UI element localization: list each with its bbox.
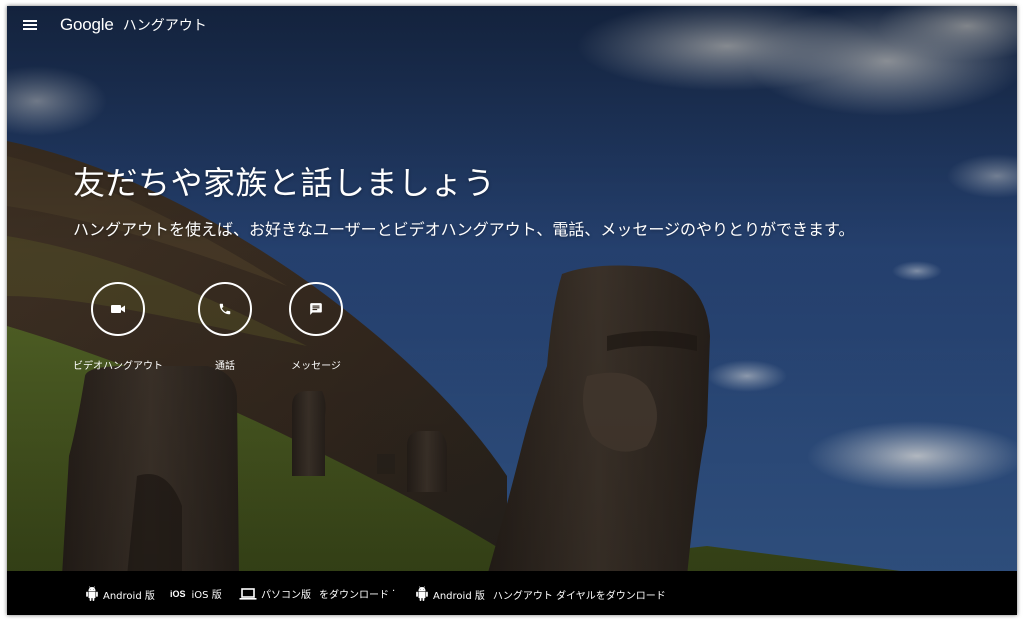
- hamburger-menu-icon[interactable]: [23, 18, 39, 32]
- video-call-button[interactable]: ビデオハングアウト: [58, 282, 178, 372]
- brand[interactable]: Google ハングアウト: [60, 15, 207, 35]
- hero: 友だちや家族と話しましょう ハングアウトを使えば、お好きなユーザーとビデオハング…: [73, 158, 854, 240]
- download-footer: Android 版 iOS iOS 版 パソコン版 をダウンロード · Andr…: [7, 571, 1017, 615]
- ios-icon: iOS: [170, 588, 186, 599]
- video-call-label: ビデオハングアウト: [73, 361, 163, 372]
- google-logo: Google: [60, 15, 114, 34]
- android-label: Android 版: [103, 590, 155, 602]
- hero-title: 友だちや家族と話しましょう: [73, 164, 496, 202]
- message-circle[interactable]: [289, 282, 343, 336]
- phone-icon: [219, 303, 231, 315]
- download-label: をダウンロード: [319, 590, 389, 601]
- pc-download-link[interactable]: パソコン版 をダウンロード: [239, 586, 389, 601]
- hero-subtitle: ハングアウトを使えば、お好きなユーザーとビデオハングアウト、電話、メッセージのや…: [73, 220, 855, 239]
- video-call-circle[interactable]: [91, 282, 145, 336]
- android-icon: [416, 586, 428, 601]
- ios-label: iOS 版: [191, 590, 222, 601]
- pc-label: パソコン版: [261, 590, 311, 601]
- android-icon: [86, 586, 98, 601]
- video-camera-icon: [111, 305, 125, 313]
- top-bar: Google ハングアウト: [7, 6, 1017, 46]
- separator-dot: ·: [392, 586, 396, 597]
- message-icon: [310, 303, 322, 315]
- message-button[interactable]: メッセージ: [256, 282, 376, 372]
- ios-download-link[interactable]: iOS iOS 版: [170, 586, 222, 602]
- app-window: Google ハングアウト 友だちや家族と話しましょう ハングアウトを使えば、お…: [7, 6, 1017, 615]
- dialer-download-label: ハングアウト ダイヤルをダウンロード: [492, 590, 666, 602]
- laptop-icon: [239, 587, 257, 600]
- android-download-link[interactable]: Android 版: [85, 586, 155, 602]
- product-name: ハングアウト: [122, 18, 207, 34]
- call-circle[interactable]: [198, 282, 252, 336]
- message-label: メッセージ: [291, 361, 341, 372]
- dialer-android-label: Android 版: [433, 590, 485, 602]
- dialer-android-download-link[interactable]: Android 版 ハングアウト ダイヤルをダウンロード: [415, 586, 666, 602]
